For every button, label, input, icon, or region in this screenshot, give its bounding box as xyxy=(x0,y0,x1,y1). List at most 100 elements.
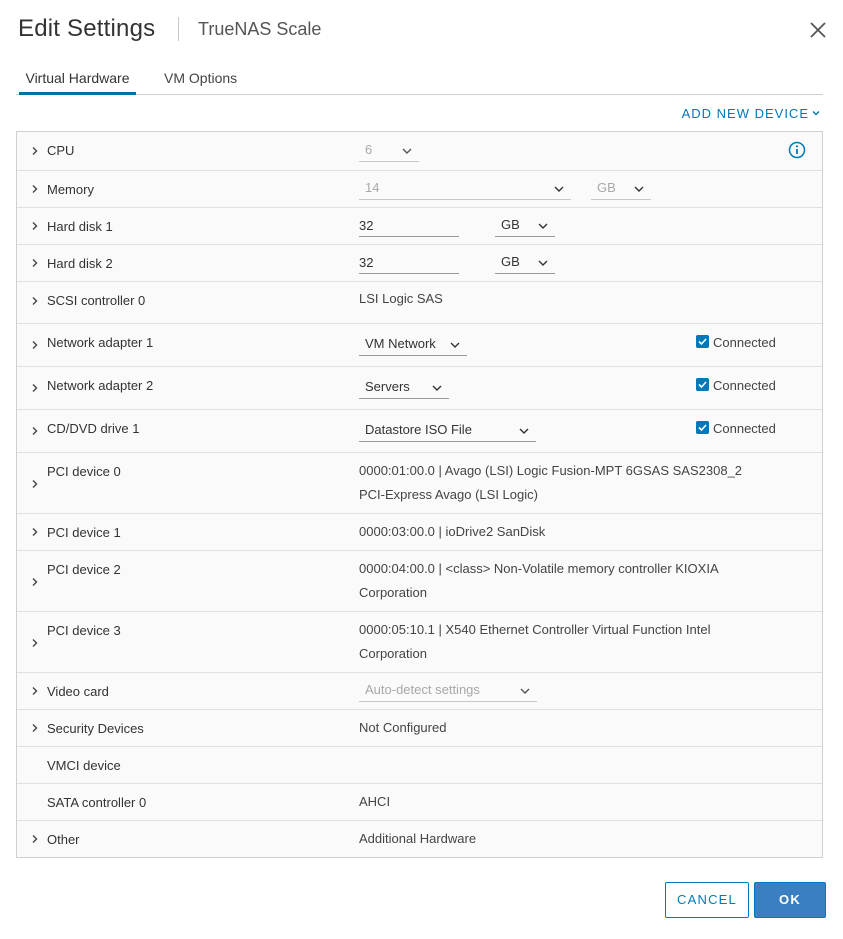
cd-dvd-drive-select[interactable]: Datastore ISO File xyxy=(359,420,536,442)
pci-device-3-value-line-1: 0000:05:10.1 | X540 Ethernet Controller … xyxy=(359,622,711,637)
video-card-select[interactable]: Auto-detect settings xyxy=(359,680,537,702)
row-scsi-controller-0: SCSI controller 0 LSI Logic SAS xyxy=(17,282,822,324)
network-adapter-2-select[interactable]: Servers xyxy=(359,377,449,399)
row-label-video-card: Video card xyxy=(47,684,109,699)
row-label-security-devices: Security Devices xyxy=(47,721,144,736)
chevron-down-icon xyxy=(432,385,442,391)
dialog-subtitle: TrueNAS Scale xyxy=(198,19,322,39)
row-label-sata-controller-0: SATA controller 0 xyxy=(47,795,147,810)
pci-device-2-value-line-2: Corporation xyxy=(359,585,427,600)
expand-chevron-icon[interactable] xyxy=(29,425,41,437)
hard-disk-2-size-input[interactable] xyxy=(359,252,459,274)
network-adapter-2-connected-checkbox[interactable] xyxy=(696,378,709,391)
memory-unit-value: GB xyxy=(597,180,616,195)
network-adapter-1-select[interactable]: VM Network xyxy=(359,334,467,356)
add-new-device-button[interactable]: ADD NEW DEVICE xyxy=(682,106,821,121)
row-cpu: CPU 6 xyxy=(17,132,822,171)
network-adapter-2-connected-label: Connected xyxy=(713,378,776,393)
row-label-pci-device-2: PCI device 2 xyxy=(47,562,121,577)
expand-chevron-icon[interactable] xyxy=(29,257,41,269)
info-icon[interactable] xyxy=(788,141,806,159)
hard-disk-2-unit-value: GB xyxy=(501,254,520,269)
row-pci-device-1: PCI device 1 0000:03:00.0 | ioDrive2 San… xyxy=(17,514,822,551)
expand-chevron-icon[interactable] xyxy=(29,478,41,490)
expand-chevron-icon[interactable] xyxy=(29,526,41,538)
expand-chevron-icon[interactable] xyxy=(29,339,41,351)
row-network-adapter-1: Network adapter 1 VM Network Connected xyxy=(17,324,822,367)
chevron-down-icon xyxy=(450,342,460,348)
expand-chevron-icon[interactable] xyxy=(29,685,41,697)
cpu-count-value: 6 xyxy=(365,142,373,157)
expand-chevron-icon[interactable] xyxy=(29,295,41,307)
row-sata-controller-0: SATA controller 0 AHCI xyxy=(17,784,822,821)
chevron-down-icon xyxy=(519,428,529,434)
expand-chevron-icon[interactable] xyxy=(29,833,41,845)
close-button[interactable] xyxy=(806,18,830,42)
row-label-scsi-controller-0: SCSI controller 0 xyxy=(47,293,146,308)
expand-chevron-icon[interactable] xyxy=(29,382,41,394)
video-card-value: Auto-detect settings xyxy=(365,682,480,697)
row-other: Other Additional Hardware xyxy=(17,821,822,857)
hard-disk-2-unit-select[interactable]: GB xyxy=(495,252,555,274)
row-hard-disk-1: Hard disk 1 GB xyxy=(17,208,822,245)
memory-size-value: 14 xyxy=(365,180,380,195)
cancel-button[interactable]: CANCEL xyxy=(665,882,749,918)
expand-chevron-icon[interactable] xyxy=(29,145,41,157)
row-label-pci-device-3: PCI device 3 xyxy=(47,623,121,638)
row-network-adapter-2: Network adapter 2 Servers Connected xyxy=(17,367,822,410)
memory-size-select[interactable]: 14 xyxy=(359,178,571,200)
tab-bar: Virtual Hardware VM Options xyxy=(16,62,823,95)
row-label-memory: Memory xyxy=(47,182,94,197)
expand-chevron-icon[interactable] xyxy=(29,576,41,588)
security-devices-value: Not Configured xyxy=(359,720,447,735)
chevron-down-icon xyxy=(538,223,548,229)
close-icon[interactable] xyxy=(806,18,830,42)
chevron-down-icon xyxy=(812,111,820,116)
memory-unit-select[interactable]: GB xyxy=(591,178,651,200)
other-value: Additional Hardware xyxy=(359,831,477,846)
row-hard-disk-2: Hard disk 2 GB xyxy=(17,245,822,282)
hard-disk-1-unit-select[interactable]: GB xyxy=(495,215,555,237)
row-security-devices: Security Devices Not Configured xyxy=(17,710,822,747)
row-label-network-adapter-2: Network adapter 2 xyxy=(47,378,154,393)
pci-device-2-value-line-1: 0000:04:00.0 | <class> Non-Volatile memo… xyxy=(359,561,719,576)
row-label-other: Other xyxy=(47,832,80,847)
row-pci-device-0: PCI device 0 0000:01:00.0 | Avago (LSI) … xyxy=(17,453,822,514)
row-label-cpu: CPU xyxy=(47,143,75,158)
cd-dvd-connected-checkbox[interactable] xyxy=(696,421,709,434)
dialog-title: Edit Settings xyxy=(18,15,156,42)
row-label-hard-disk-2: Hard disk 2 xyxy=(47,256,113,271)
row-memory: Memory 14 GB xyxy=(17,171,822,208)
network-adapter-1-value: VM Network xyxy=(365,336,436,351)
expand-chevron-icon[interactable] xyxy=(29,722,41,734)
tab-virtual-hardware[interactable]: Virtual Hardware xyxy=(19,70,136,95)
tab-vm-options[interactable]: VM Options xyxy=(164,70,237,95)
hardware-table: CPU 6 Memory 14 GB Hard disk 1 GB Hard d… xyxy=(16,131,823,858)
chevron-down-icon xyxy=(402,148,412,154)
expand-chevron-icon[interactable] xyxy=(29,220,41,232)
pci-device-1-value: 0000:03:00.0 | ioDrive2 SanDisk xyxy=(359,524,546,539)
row-vmci-device: VMCI device xyxy=(17,747,822,784)
scsi-controller-value: LSI Logic SAS xyxy=(359,291,443,306)
row-label-hard-disk-1: Hard disk 1 xyxy=(47,219,113,234)
cpu-count-select[interactable]: 6 xyxy=(359,140,419,162)
row-pci-device-2: PCI device 2 0000:04:00.0 | <class> Non-… xyxy=(17,551,822,612)
row-label-pci-device-0: PCI device 0 xyxy=(47,464,121,479)
row-label-cd-dvd-drive-1: CD/DVD drive 1 xyxy=(47,421,140,436)
network-adapter-1-connected-checkbox[interactable] xyxy=(696,335,709,348)
title-separator xyxy=(178,17,179,41)
row-label-network-adapter-1: Network adapter 1 xyxy=(47,335,154,350)
row-pci-device-3: PCI device 3 0000:05:10.1 | X540 Etherne… xyxy=(17,612,822,673)
hard-disk-1-unit-value: GB xyxy=(501,217,520,232)
row-label-pci-device-1: PCI device 1 xyxy=(47,525,121,540)
pci-device-0-value-line-2: PCI-Express Avago (LSI Logic) xyxy=(359,487,538,502)
ok-button[interactable]: OK xyxy=(754,882,826,918)
chevron-down-icon xyxy=(554,186,564,192)
expand-chevron-icon[interactable] xyxy=(29,637,41,649)
chevron-down-icon xyxy=(634,186,644,192)
network-adapter-2-value: Servers xyxy=(365,379,410,394)
pci-device-0-value-line-1: 0000:01:00.0 | Avago (LSI) Logic Fusion-… xyxy=(359,463,743,478)
expand-chevron-icon[interactable] xyxy=(29,183,41,195)
row-video-card: Video card Auto-detect settings xyxy=(17,673,822,710)
hard-disk-1-size-input[interactable] xyxy=(359,215,459,237)
